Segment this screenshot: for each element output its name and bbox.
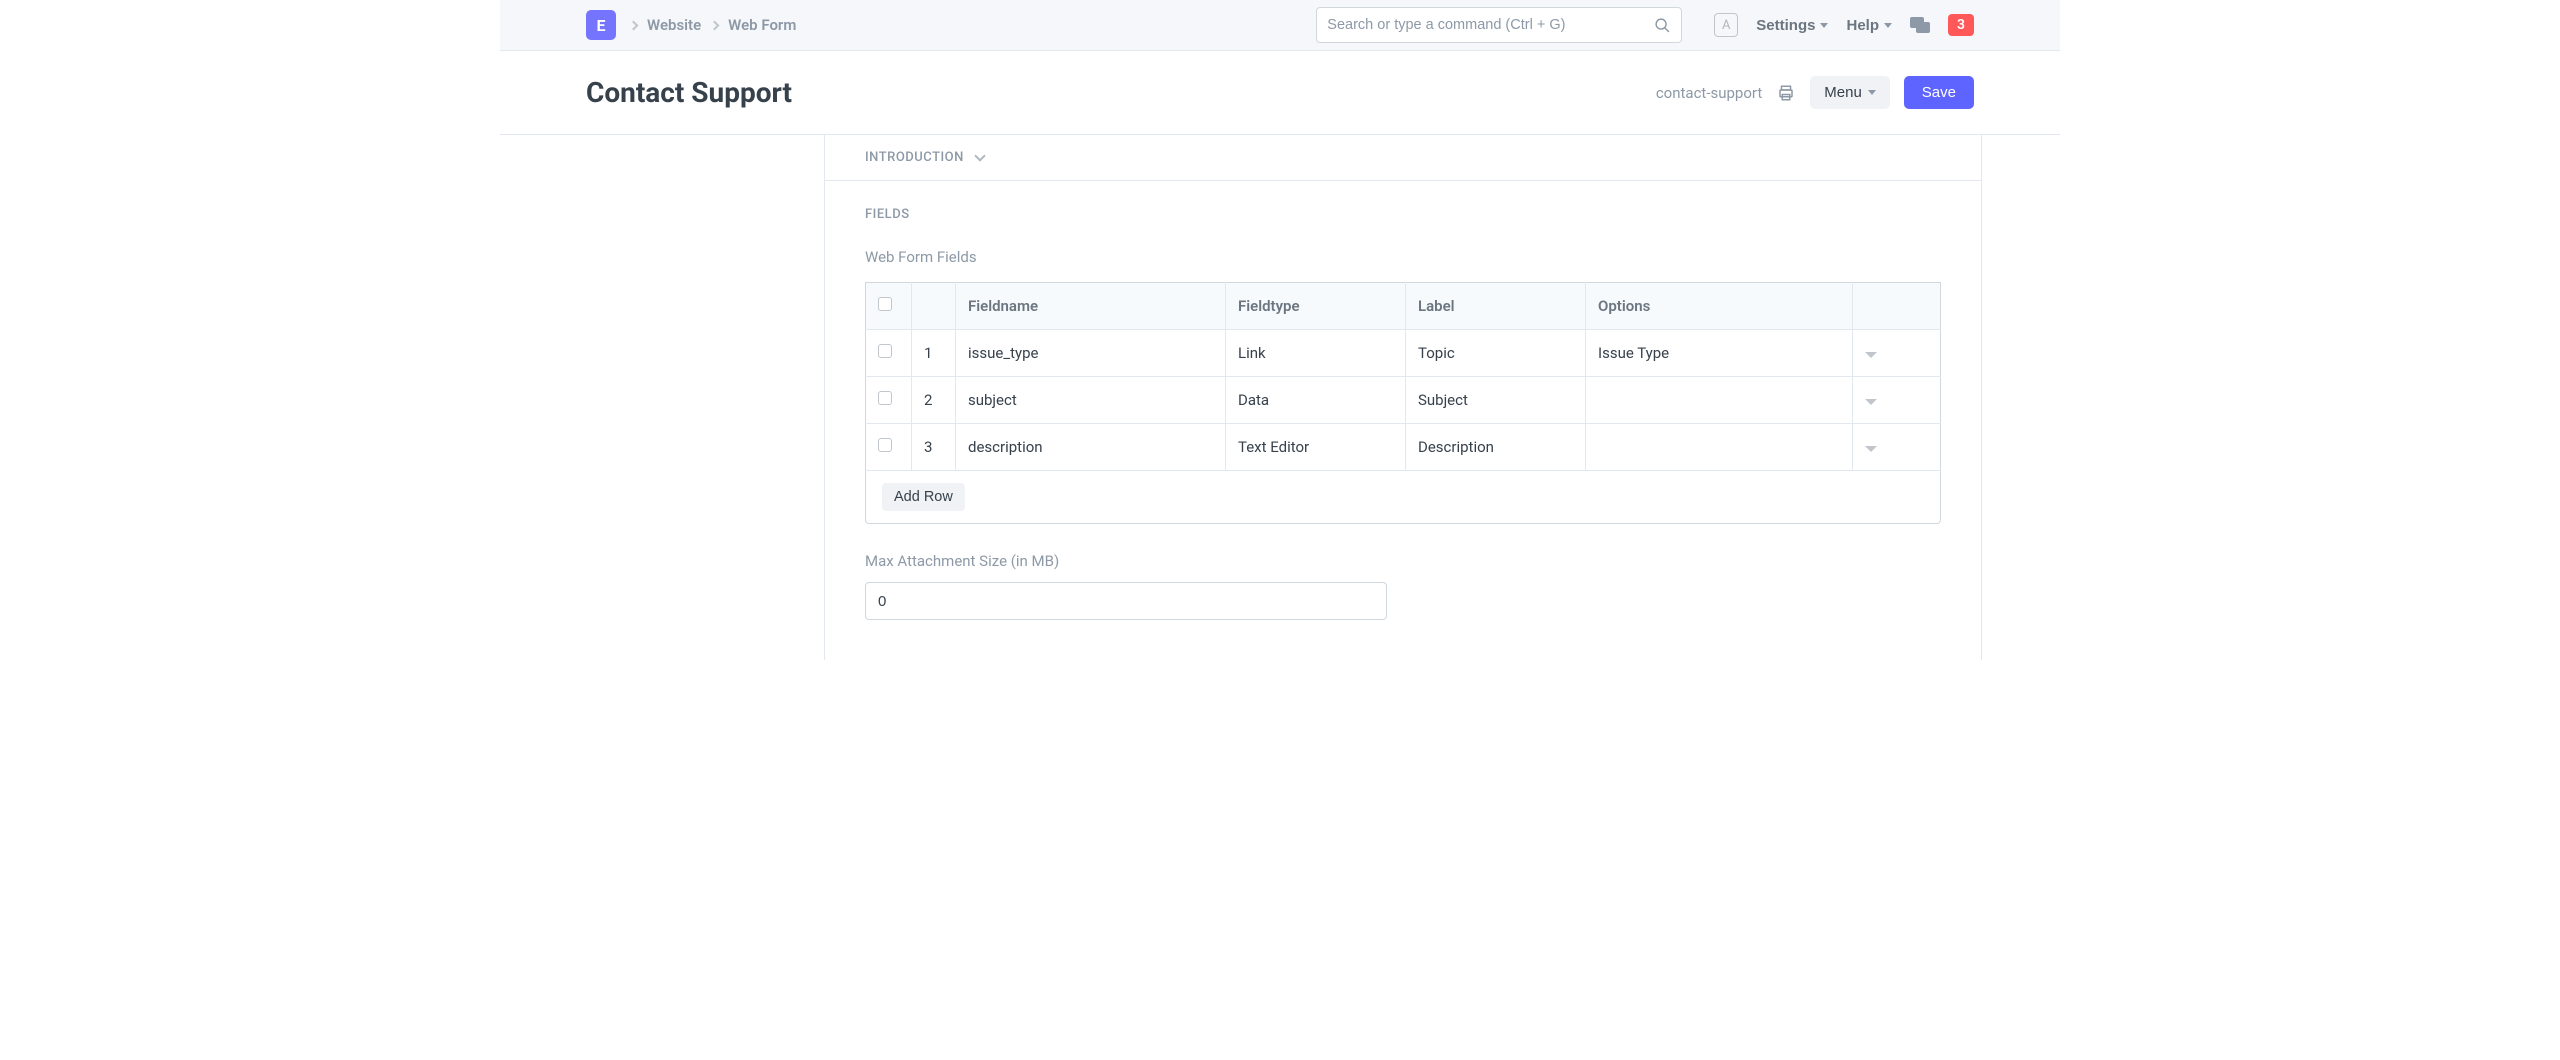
row-index: 1 [912, 330, 956, 377]
page-title: Contact Support [586, 76, 792, 109]
max-attachment-label: Max Attachment Size (in MB) [865, 552, 1941, 570]
row-index: 3 [912, 424, 956, 471]
caret-down-icon [1868, 90, 1876, 95]
breadcrumb-website[interactable]: Website [647, 16, 701, 34]
cell-fieldname[interactable]: subject [956, 377, 1226, 424]
topbar: E Website Web Form A Settings Help 3 [500, 0, 2060, 51]
row-menu-icon[interactable] [1865, 446, 1877, 452]
max-attachment-field: Max Attachment Size (in MB) [865, 552, 1941, 620]
cell-options[interactable]: Issue Type [1586, 330, 1853, 377]
checkbox-icon[interactable] [878, 344, 892, 358]
form-panel: INTRODUCTION FIELDS Web Form Fields Fiel… [824, 135, 1982, 660]
cell-fieldname[interactable]: description [956, 424, 1226, 471]
add-row-button[interactable]: Add Row [882, 483, 965, 511]
chevron-right-icon [710, 20, 720, 30]
search-icon [1654, 17, 1671, 34]
save-button[interactable]: Save [1904, 76, 1974, 109]
help-label: Help [1846, 17, 1879, 34]
page-slug: contact-support [1656, 84, 1762, 102]
breadcrumb: Website Web Form [630, 16, 796, 34]
help-menu[interactable]: Help [1846, 17, 1892, 34]
print-icon[interactable] [1776, 84, 1796, 102]
settings-menu[interactable]: Settings [1756, 17, 1828, 34]
menu-button[interactable]: Menu [1810, 76, 1890, 109]
checkbox-icon[interactable] [878, 297, 892, 311]
section-introduction-title: INTRODUCTION [865, 150, 964, 165]
cell-fieldtype[interactable]: Link [1226, 330, 1406, 377]
col-index [912, 283, 956, 330]
checkbox-icon[interactable] [878, 438, 892, 452]
section-introduction-head[interactable]: INTRODUCTION [825, 135, 1981, 181]
grid-footer: Add Row [865, 471, 1941, 524]
section-fields-title: FIELDS [865, 207, 1941, 222]
caret-down-icon [1820, 23, 1828, 28]
table-caption: Web Form Fields [865, 248, 1941, 266]
row-menu-icon[interactable] [1865, 399, 1877, 405]
cell-fieldtype[interactable]: Text Editor [1226, 424, 1406, 471]
chevron-right-icon [629, 20, 639, 30]
table-row[interactable]: 1 issue_type Link Topic Issue Type [866, 330, 1941, 377]
max-attachment-input[interactable] [865, 582, 1387, 620]
page-header: Contact Support contact-support Menu Sav… [500, 51, 2060, 135]
top-actions: A Settings Help 3 [1714, 13, 2046, 37]
page-actions: contact-support Menu Save [1656, 76, 1974, 109]
col-label: Label [1406, 283, 1586, 330]
cell-label[interactable]: Subject [1406, 377, 1586, 424]
notifications-badge[interactable]: 3 [1948, 14, 1974, 36]
table-header-row: Fieldname Fieldtype Label Options [866, 283, 1941, 330]
row-menu-icon[interactable] [1865, 352, 1877, 358]
chat-icon[interactable] [1910, 17, 1930, 33]
col-fieldtype: Fieldtype [1226, 283, 1406, 330]
col-check-all[interactable] [866, 283, 912, 330]
search-input[interactable] [1327, 17, 1654, 33]
col-fieldname: Fieldname [956, 283, 1226, 330]
col-options: Options [1586, 283, 1853, 330]
app-logo[interactable]: E [586, 10, 616, 40]
checkbox-icon[interactable] [878, 391, 892, 405]
cell-label[interactable]: Description [1406, 424, 1586, 471]
global-search[interactable] [1316, 7, 1682, 43]
table-row[interactable]: 2 subject Data Subject [866, 377, 1941, 424]
menu-label: Menu [1824, 84, 1862, 101]
cell-fieldtype[interactable]: Data [1226, 377, 1406, 424]
cell-fieldname[interactable]: issue_type [956, 330, 1226, 377]
breadcrumb-web-form[interactable]: Web Form [728, 16, 796, 34]
row-index: 2 [912, 377, 956, 424]
chevron-down-icon [974, 150, 985, 161]
cell-options[interactable] [1586, 424, 1853, 471]
user-badge[interactable]: A [1714, 13, 1738, 37]
web-form-fields-table: Fieldname Fieldtype Label Options 1 issu… [865, 282, 1941, 471]
table-row[interactable]: 3 description Text Editor Description [866, 424, 1941, 471]
col-actions [1853, 283, 1941, 330]
settings-label: Settings [1756, 17, 1815, 34]
cell-options[interactable] [1586, 377, 1853, 424]
caret-down-icon [1884, 23, 1892, 28]
cell-label[interactable]: Topic [1406, 330, 1586, 377]
section-fields-body: FIELDS Web Form Fields Fieldname Fieldty… [825, 181, 1981, 660]
